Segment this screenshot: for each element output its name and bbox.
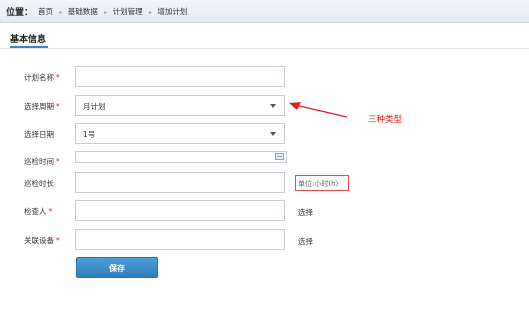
inspector-label: 检查人 * [24,207,53,216]
chevron-down-icon [270,132,276,136]
breadcrumb-plan-management[interactable]: 计划管理 [113,6,143,17]
select-inspector-link[interactable]: 选择 [298,207,313,218]
inspection-duration-input[interactable] [75,172,285,193]
breadcrumb: 首页 ▸ 基础数据 ▸ 计划管理 ▸ 增加计划 [38,6,187,17]
breadcrumb-separator-icon: ▸ [148,9,152,16]
date-label: 选择日期 [24,130,54,139]
inspector-input[interactable] [75,200,285,221]
date-select-value: 1号 [83,130,96,139]
date-select[interactable]: 1号 [75,123,285,144]
period-select[interactable]: 月计划 [75,95,285,116]
period-select-value: 月计划 [83,102,106,111]
annotation-text: 三种类型 [368,115,403,125]
location-bar: 位置： 首页 ▸ 基础数据 ▸ 计划管理 ▸ 增加计划 [0,0,529,23]
location-label: 位置： [6,8,34,18]
save-button[interactable]: 保存 [76,257,158,278]
inspection-time-label: 巡检时间 * [24,157,60,166]
plan-name-label: 计划名称 * [24,73,60,82]
breadcrumb-separator-icon: ▸ [104,9,108,16]
plan-name-input[interactable] [75,66,285,87]
inspection-time-input[interactable] [75,151,287,163]
section-divider [0,48,529,49]
duration-unit-hint: 单位:小时(h) [295,175,349,191]
chevron-down-icon [270,104,276,108]
breadcrumb-basic-data[interactable]: 基础数据 [68,6,98,17]
calendar-icon[interactable] [275,153,284,160]
select-device-link[interactable]: 选择 [298,236,313,247]
related-device-label: 关联设备 * [24,236,60,245]
period-label: 选择周期 * [24,102,60,111]
inspection-duration-label: 巡检时长 [24,179,54,188]
breadcrumb-home[interactable]: 首页 [38,6,53,17]
annotation-arrow-icon [289,102,348,118]
related-device-input[interactable] [75,229,285,250]
breadcrumb-separator-icon: ▸ [59,9,63,16]
breadcrumb-add-plan: 增加计划 [157,7,188,16]
section-title: 基本信息 [10,35,47,45]
